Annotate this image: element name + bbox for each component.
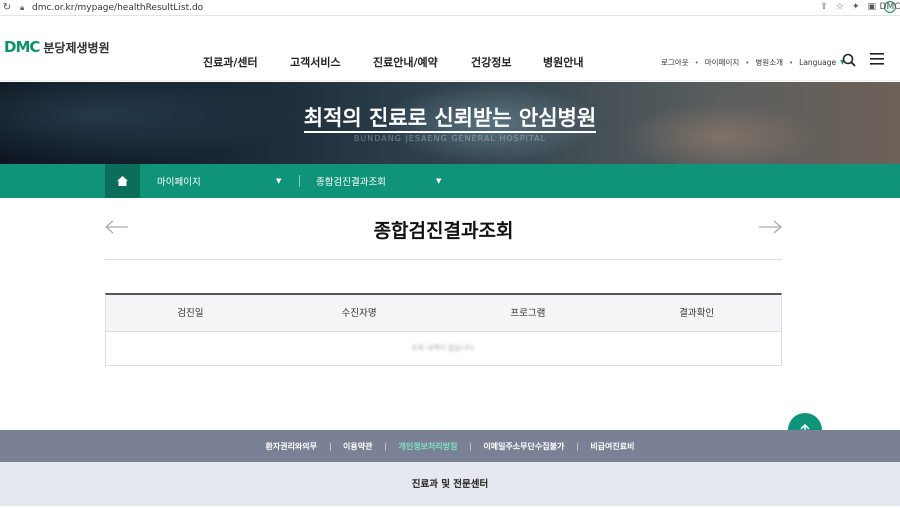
- site-header: DMC 분당제생병원 진료과/센터 고객서비스 진료안내/예약 건강정보 병원안…: [0, 16, 900, 81]
- caret-down-icon[interactable]: ▼: [436, 177, 441, 185]
- nav-health-info[interactable]: 건강정보: [471, 54, 511, 70]
- column-header: 검진일: [177, 308, 204, 319]
- nav-appointments[interactable]: 진료안내/예약: [373, 54, 438, 70]
- column-header: 결과확인: [679, 308, 715, 319]
- footer-link-patient-rights[interactable]: 환자권리와의무: [252, 441, 330, 452]
- profile-initials: DMC: [879, 2, 900, 12]
- intro-link[interactable]: 병원소개: [755, 57, 783, 68]
- footer-departments-title: 진료과 및 전문센터: [0, 462, 900, 506]
- arrow-right-icon[interactable]: [758, 220, 782, 234]
- caret-down-icon[interactable]: ▼: [276, 177, 281, 185]
- table-header-row: 검진일 수진자명 프로그램 결과확인: [106, 295, 781, 332]
- footer-links: 환자권리와의무 이용약관 개인정보처리방침 이메일주소무단수집불가 비급여진료비: [0, 430, 900, 462]
- column-header: 수진자명: [341, 308, 377, 319]
- lock-icon[interactable]: 🔒︎: [20, 3, 30, 13]
- profile-avatar[interactable]: DMC: [880, 1, 900, 13]
- results-table: 검진일 수진자명 프로그램 결과확인 조회 내역이 없습니다.: [105, 293, 782, 366]
- logout-link[interactable]: 로그아웃: [661, 57, 689, 68]
- home-icon[interactable]: [105, 164, 140, 198]
- footer-link-fees[interactable]: 비급여진료비: [577, 441, 647, 452]
- location-bar: 마이페이지 ▼ 종합검진결과조회 ▼: [0, 164, 900, 198]
- nav-departments[interactable]: 진료과/센터: [203, 54, 258, 70]
- utility-menu: 로그아웃 • 마이페이지 • 병원소개 • Language ▼: [661, 57, 845, 68]
- separator-dot: •: [694, 58, 699, 67]
- extensions-icon[interactable]: ✦: [852, 2, 860, 12]
- language-select[interactable]: Language: [799, 58, 836, 67]
- hero-banner: 최적의 진료로 신뢰받는 안심병원 BUNDANG JESAENG GENERA…: [0, 82, 900, 164]
- banner-title: 최적의 진료로 신뢰받는 안심병원: [0, 102, 900, 133]
- browser-toolbar: ↻ 🔒︎ dmc.or.kr/mypage/healthResultList.d…: [0, 0, 900, 16]
- column-header: 프로그램: [510, 308, 546, 319]
- location-level2[interactable]: 종합검진결과조회: [316, 164, 386, 198]
- sidepanel-icon[interactable]: ▣: [867, 2, 876, 12]
- bookmark-star-icon[interactable]: ☆: [836, 2, 844, 12]
- site-logo[interactable]: DMC 분당제생병원: [4, 38, 110, 56]
- nav-hospital-info[interactable]: 병원안내: [543, 54, 583, 70]
- empty-row-message: 조회 내역이 없습니다.: [411, 344, 476, 352]
- search-icon[interactable]: [842, 53, 856, 67]
- reload-icon[interactable]: ↻: [0, 2, 14, 13]
- footer-link-privacy[interactable]: 개인정보처리방침: [385, 441, 470, 452]
- page-title: 종합검진결과조회: [373, 220, 514, 242]
- page-heading: 종합검진결과조회: [105, 210, 782, 260]
- separator-dot: •: [789, 58, 794, 67]
- footer-link-terms[interactable]: 이용약관: [330, 441, 385, 452]
- location-level1[interactable]: 마이페이지: [157, 164, 285, 198]
- nav-customer-service[interactable]: 고객서비스: [290, 54, 341, 70]
- hamburger-menu-icon[interactable]: [870, 53, 884, 65]
- footer-link-email-policy[interactable]: 이메일주소무단수집불가: [470, 441, 577, 452]
- banner-subtitle: BUNDANG JESAENG GENERAL HOSPITAL: [353, 134, 547, 143]
- logo-text: 분당제생병원: [43, 40, 110, 55]
- address-bar[interactable]: dmc.or.kr/mypage/healthResultList.do: [32, 3, 203, 13]
- banner-title-text: 최적의 진료로 신뢰받는 안심병원: [303, 106, 597, 133]
- location-divider: [299, 175, 300, 187]
- share-icon[interactable]: ⇪: [820, 2, 828, 12]
- separator-dot: •: [745, 58, 750, 67]
- mypage-link[interactable]: 마이페이지: [705, 57, 740, 68]
- logo-mark: DMC: [4, 38, 40, 56]
